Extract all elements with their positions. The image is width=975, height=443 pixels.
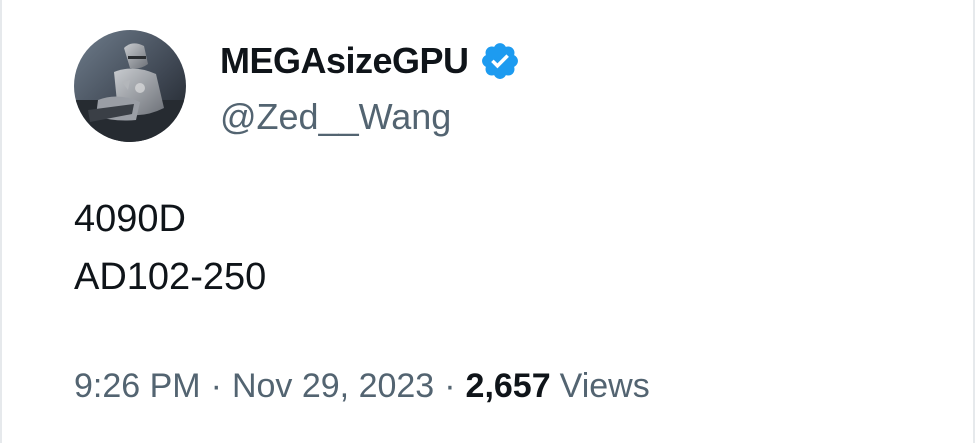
views-count[interactable]: 2,657 (466, 362, 551, 410)
card-left-border (0, 0, 2, 443)
meta-separator: · (210, 367, 222, 405)
avatar[interactable] (74, 30, 186, 142)
author-handle[interactable]: @Zed__Wang (220, 94, 451, 140)
meta-separator: · (444, 367, 456, 405)
tweet-time[interactable]: 9:26 PM (74, 362, 201, 410)
tweet-date[interactable]: Nov 29, 2023 (232, 362, 434, 410)
tweet-line: AD102-250 (74, 256, 267, 298)
tweet-meta: 9:26 PM · Nov 29, 2023 · 2,657 Views (74, 362, 650, 410)
verified-badge-icon (481, 43, 518, 79)
author-header: MEGAsizeGPU (220, 38, 521, 84)
display-name[interactable]: MEGAsizeGPU (220, 38, 469, 84)
tweet-body: 4090D AD102-250 (74, 190, 266, 306)
tweet-line: 4090D (74, 198, 186, 240)
views-label: Views (559, 367, 650, 405)
avatar-knight-image (74, 30, 186, 142)
tweet-card: MEGAsizeGPU @Zed__Wang 4090D AD102-250 9… (0, 0, 975, 443)
